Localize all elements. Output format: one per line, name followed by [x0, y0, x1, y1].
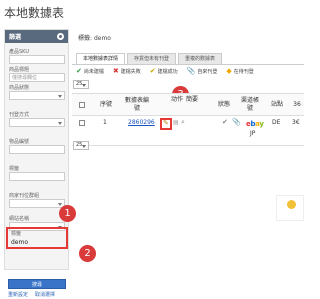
document-icon[interactable]: ▤: [173, 119, 179, 126]
status-not-created: ✔ 尚未建檔: [76, 67, 104, 76]
page-title: 本地數據表: [4, 6, 65, 20]
title-input[interactable]: 僅搜尋欄位: [9, 73, 65, 82]
select-all-checkbox[interactable]: [79, 102, 85, 108]
col-id: 數據表編號: [124, 97, 149, 112]
row-extra: 3€: [292, 119, 300, 126]
status-success: ✔ 建檔成功: [149, 67, 178, 76]
floating-widget[interactable]: [276, 195, 304, 221]
status-pending: ◆ 在待刊登: [226, 67, 254, 76]
tag-label: 標籤: [11, 231, 22, 237]
sidebar-title: 篩選: [9, 34, 22, 41]
tab-stock-not-listed[interactable]: 存貨但未有刊登: [127, 53, 177, 64]
tag-filter-label: 標籤: [78, 35, 91, 42]
col-site: 站點: [270, 101, 283, 108]
row-index: 1: [103, 119, 107, 126]
per-page-select[interactable]: 25: [73, 80, 89, 89]
table-header: 序號 數據表編號 动作 簡要 狀態 渠道帳號 站點 36: [72, 93, 304, 116]
listing-type-select[interactable]: [9, 118, 65, 127]
col-summary: 簡要: [185, 96, 198, 103]
channel-region: JP: [250, 130, 256, 137]
status-self-listed: 📎 自來刊登: [186, 67, 218, 76]
item-number-input[interactable]: [9, 145, 65, 154]
tag-input-highlight[interactable]: 標籤 demo: [6, 227, 68, 249]
search-icon[interactable]: ⌕: [181, 118, 185, 127]
per-page-select-bottom[interactable]: 25: [73, 141, 89, 150]
check-icon: ✔: [149, 67, 156, 75]
clip-icon: 📎: [232, 118, 241, 126]
edit-icon-highlight[interactable]: ✎: [160, 118, 172, 130]
pencil-icon[interactable]: ✎: [163, 119, 169, 127]
status-label: 自來刊登: [197, 69, 218, 75]
tab-local-details[interactable]: 本地數據表詳情: [76, 53, 126, 64]
tab-bar: 本地數據表詳情 存貨但未有刊登 重複的數據表: [76, 53, 223, 64]
row-checkbox[interactable]: [79, 120, 85, 126]
status-label: 建檔成功: [157, 69, 178, 75]
status-legend: ✔ 尚未建檔 ✖ 建檔失敗 ✔ 建檔成功 📎 自來刊登 ◆ 在待刊登: [76, 67, 254, 76]
clear-selection-link[interactable]: 取消選擇: [35, 291, 55, 298]
status-label: 在待刊登: [233, 69, 254, 75]
status-label: 建檔失敗: [120, 69, 141, 75]
check-icon: ✔: [222, 118, 228, 126]
sku-input[interactable]: [9, 55, 65, 64]
row-site: DE: [272, 119, 281, 126]
col-channel: 渠道帳號: [240, 97, 259, 112]
col-extra: 36: [293, 101, 301, 108]
table-row[interactable]: 1 2860296 ✎ ▤ ⌕ ✔ 📎 ebay JP DE 3€: [72, 116, 304, 146]
tag-filter-summary: 標籤: demo: [78, 35, 111, 42]
ebay-logo: ebay: [246, 120, 264, 128]
tab-duplicates[interactable]: 重複的數據表: [178, 53, 223, 64]
col-index: 序號: [99, 101, 112, 108]
clip-icon: 📎: [186, 67, 196, 75]
col-action: 动作: [170, 96, 183, 103]
tag-input[interactable]: demo: [11, 239, 28, 246]
tag-icon: ◆: [226, 67, 232, 75]
row-id-link[interactable]: 2860296: [128, 119, 155, 126]
col-status: 狀態: [217, 101, 230, 108]
filter-sidebar: 篩選 產品SKU 商品標題 僅搜尋欄位 商品狀態 刊登方式 物品編號 標籤 商家…: [4, 29, 69, 298]
status-label: 尚未建檔: [83, 69, 104, 75]
reset-link[interactable]: 重新設定: [8, 291, 28, 298]
step-badge-2: 2: [79, 245, 96, 262]
search-button[interactable]: 搜尋: [8, 279, 66, 289]
tag-filter-value: demo: [93, 35, 111, 42]
sidebar-links: 重新設定 取消選擇: [8, 291, 55, 298]
status-select[interactable]: [9, 91, 65, 100]
gear-icon[interactable]: [57, 33, 64, 40]
status-failed: ✖ 建檔失敗: [112, 67, 141, 76]
group-select[interactable]: [9, 199, 65, 208]
sidebar-header: 篩選: [5, 30, 68, 43]
check-icon: ✔: [76, 67, 82, 75]
smiley-icon[interactable]: [287, 200, 296, 209]
cross-icon: ✖: [112, 67, 119, 75]
tag-field-input[interactable]: [9, 172, 65, 181]
table-panel: ✔ 尚未建檔 ✖ 建檔失敗 ✔ 建檔成功 📎 自來刊登 ◆ 在待刊登 25 序號 數據表編…: [72, 64, 304, 214]
